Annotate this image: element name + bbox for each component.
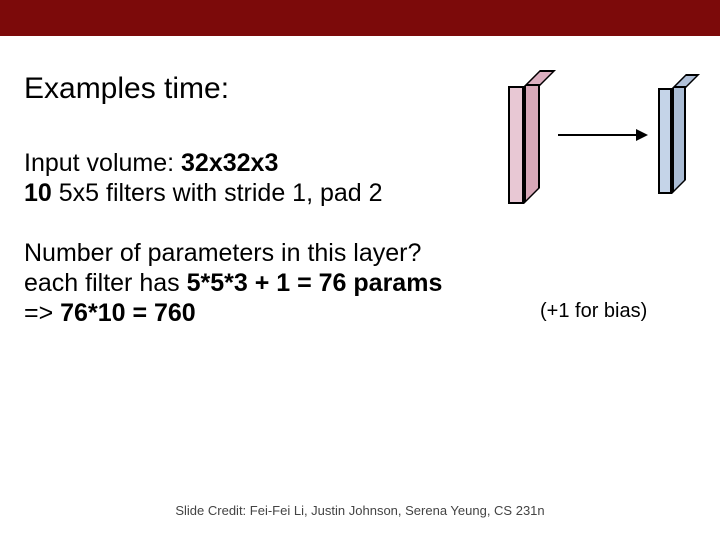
header-bar [0, 0, 720, 36]
output-slab-side [672, 74, 686, 194]
ans1a: each filter has [24, 269, 187, 297]
ans1b: 5*5*3 + 1 = 76 params [187, 269, 443, 297]
ans2a: => [24, 299, 60, 327]
conv-diagram [500, 70, 710, 230]
slide-credit: Slide Credit: Fei-Fei Li, Justin Johnson… [0, 503, 720, 518]
ans2c: 760 [154, 299, 196, 327]
arrow-icon [558, 134, 646, 136]
question-line: Number of parameters in this layer? [24, 238, 696, 268]
ans2b: 76*10 = [60, 299, 154, 327]
output-slab-top [672, 74, 700, 88]
input-slab-side [524, 70, 540, 204]
input-slab-front [508, 86, 524, 204]
bias-note: (+1 for bias) [540, 300, 647, 323]
input-dims: 32x32x3 [181, 149, 278, 177]
input-prefix: Input volume: [24, 149, 181, 177]
filter-desc: 5x5 filters with stride 1, pad 2 [52, 179, 383, 207]
filter-count: 10 [24, 179, 52, 207]
output-slab-front [658, 88, 672, 194]
input-slab-top [524, 70, 556, 86]
